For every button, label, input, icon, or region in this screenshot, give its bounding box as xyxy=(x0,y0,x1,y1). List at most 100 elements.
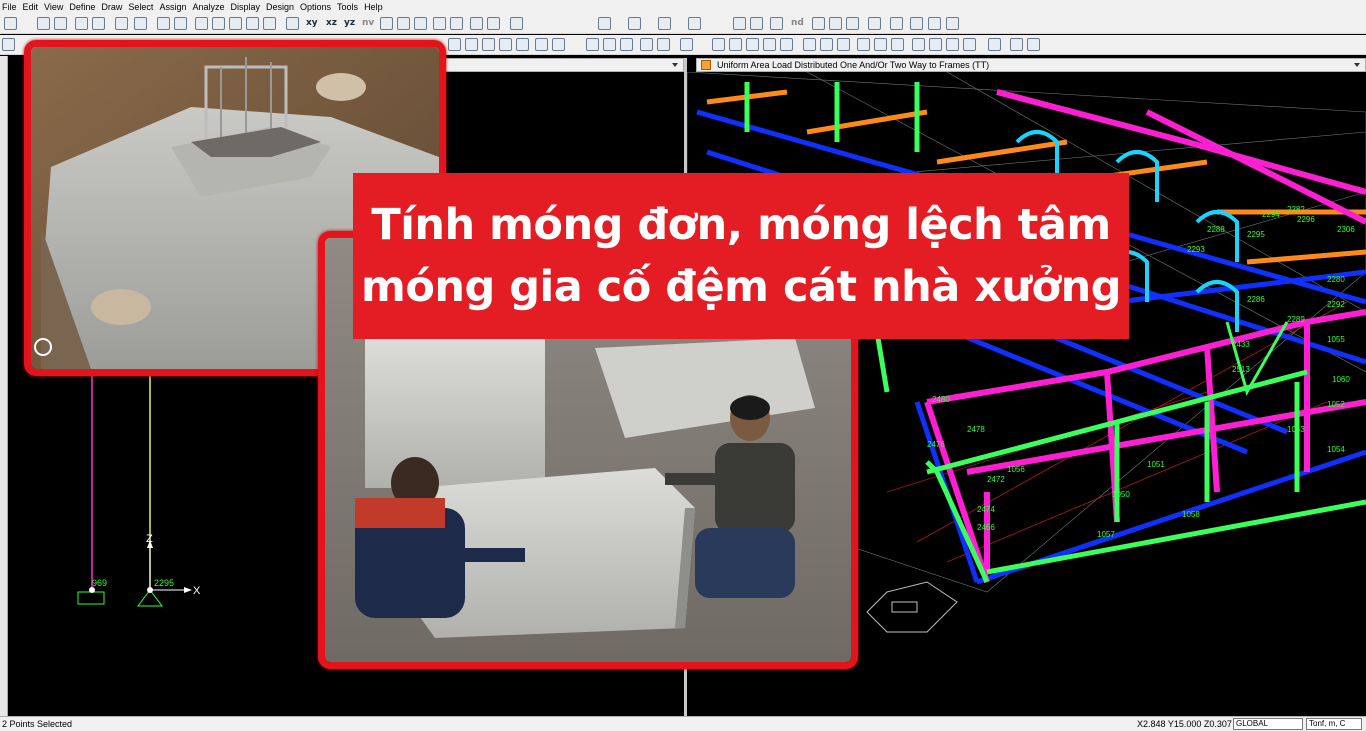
view-xy-button[interactable]: xy xyxy=(306,18,318,28)
table-icon[interactable] xyxy=(868,17,881,30)
show-check-icon[interactable] xyxy=(487,17,500,30)
load-case-icon[interactable] xyxy=(929,38,942,51)
design-steel-icon[interactable] xyxy=(910,17,923,30)
forces-icon[interactable] xyxy=(829,17,842,30)
view-yz-button[interactable]: yz xyxy=(344,18,355,28)
zoom-in-icon[interactable] xyxy=(212,17,225,30)
draw-link-icon[interactable] xyxy=(516,38,529,51)
side-toolbar xyxy=(0,56,8,716)
draw-solid-icon[interactable] xyxy=(499,38,512,51)
snap-icon[interactable] xyxy=(510,17,523,30)
menu-define[interactable]: Define xyxy=(69,0,101,14)
up-arrow-icon[interactable] xyxy=(433,17,446,30)
menu-draw[interactable]: Draw xyxy=(101,0,128,14)
coord-system-select[interactable]: GLOBAL xyxy=(1233,718,1303,730)
frame-section-icon[interactable] xyxy=(640,38,653,51)
close-view-icon[interactable] xyxy=(701,60,711,70)
support-icon[interactable] xyxy=(770,17,783,30)
zoom-out-icon[interactable] xyxy=(229,17,242,30)
design-check-icon[interactable] xyxy=(946,17,959,30)
left-view-titlebar[interactable] xyxy=(440,58,684,72)
undo-icon[interactable] xyxy=(75,17,88,30)
area-edge-icon[interactable] xyxy=(780,38,793,51)
function-icon[interactable] xyxy=(963,38,976,51)
select-pointer-icon[interactable] xyxy=(2,38,15,51)
redo-icon[interactable] xyxy=(92,17,105,30)
menu-tools[interactable]: Tools xyxy=(337,0,364,14)
perspective-icon[interactable] xyxy=(397,17,410,30)
joint-load-icon[interactable] xyxy=(620,38,633,51)
menu-view[interactable]: View xyxy=(44,0,69,14)
down-arrow-icon[interactable] xyxy=(450,17,463,30)
area-mesh-icon[interactable] xyxy=(746,38,759,51)
group-icon[interactable] xyxy=(803,38,816,51)
zoom-window-icon[interactable] xyxy=(195,17,208,30)
menu-analyze[interactable]: Analyze xyxy=(192,0,230,14)
temperature-icon[interactable] xyxy=(874,38,887,51)
display-window-icon[interactable] xyxy=(628,17,641,30)
save-icon[interactable] xyxy=(37,17,50,30)
combo-icon[interactable] xyxy=(946,38,959,51)
draw-area-icon[interactable] xyxy=(482,38,495,51)
section-icon[interactable] xyxy=(598,17,611,30)
3d-view-icon[interactable] xyxy=(286,17,299,30)
spring-icon[interactable] xyxy=(688,17,701,30)
zoom-extents-icon[interactable] xyxy=(246,17,259,30)
chart-icon[interactable] xyxy=(890,17,903,30)
tendon-icon[interactable] xyxy=(837,38,850,51)
draw-frame-icon[interactable] xyxy=(448,38,461,51)
run-analysis-icon[interactable] xyxy=(157,17,170,30)
units-select[interactable]: Tonf, m, C xyxy=(1306,718,1362,730)
frame-load-icon[interactable] xyxy=(680,38,693,51)
set-display-icon[interactable] xyxy=(470,17,483,30)
draw-reference-icon[interactable] xyxy=(552,38,565,51)
export-icon[interactable] xyxy=(988,38,1001,51)
frame-label: 2478 xyxy=(967,425,985,434)
print-icon[interactable] xyxy=(54,17,67,30)
frame-release-icon[interactable] xyxy=(657,38,670,51)
menu-options[interactable]: Options xyxy=(300,0,337,14)
menu-help[interactable]: Help xyxy=(364,0,389,14)
frame-icon[interactable] xyxy=(733,17,746,30)
right-view-titlebar[interactable]: Uniform Area Load Distributed One And/Or… xyxy=(696,58,1366,72)
lock-icon[interactable] xyxy=(134,17,147,30)
menu-assign[interactable]: Assign xyxy=(159,0,192,14)
pencil-icon[interactable] xyxy=(115,17,128,30)
pattern-icon[interactable] xyxy=(891,38,904,51)
stress-icon[interactable] xyxy=(846,17,859,30)
mass-icon[interactable] xyxy=(857,38,870,51)
link-props-icon[interactable] xyxy=(820,38,833,51)
portal-frame-icon[interactable] xyxy=(750,17,763,30)
menu-edit[interactable]: Edit xyxy=(23,0,45,14)
right-view-title: Uniform Area Load Distributed One And/Or… xyxy=(717,60,990,70)
joint-spring-icon[interactable] xyxy=(603,38,616,51)
foundation-symbol xyxy=(866,581,958,633)
menu-design[interactable]: Design xyxy=(266,0,300,14)
menu-display[interactable]: Display xyxy=(230,0,266,14)
menu-select[interactable]: Select xyxy=(128,0,159,14)
area-load-icon[interactable] xyxy=(729,38,742,51)
filter-down-icon[interactable] xyxy=(1010,38,1023,51)
menu-file[interactable]: File xyxy=(2,0,23,14)
material-icon[interactable] xyxy=(912,38,925,51)
pan-icon[interactable] xyxy=(414,17,427,30)
view-xz-button[interactable]: xz xyxy=(326,18,337,28)
area-thickness-icon[interactable] xyxy=(763,38,776,51)
draw-section-icon[interactable] xyxy=(535,38,548,51)
rotate-icon[interactable] xyxy=(380,17,393,30)
assign-icon[interactable] xyxy=(658,17,671,30)
nd-button[interactable]: nd xyxy=(791,18,804,28)
draw-cable-icon[interactable] xyxy=(465,38,478,51)
frame-label: 2480 xyxy=(932,395,950,404)
area-section-icon[interactable] xyxy=(712,38,725,51)
new-model-icon[interactable] xyxy=(4,17,17,30)
zoom-previous-icon[interactable] xyxy=(263,17,276,30)
chevron-down-icon[interactable] xyxy=(1353,61,1361,69)
joint-restraint-icon[interactable] xyxy=(586,38,599,51)
deformed-shape-icon[interactable] xyxy=(812,17,825,30)
chevron-down-icon[interactable] xyxy=(671,61,679,69)
design-concrete-icon[interactable] xyxy=(928,17,941,30)
refresh-icon[interactable] xyxy=(174,17,187,30)
filter-icon[interactable] xyxy=(1027,38,1040,51)
view-nv-button[interactable]: nv xyxy=(362,18,374,28)
